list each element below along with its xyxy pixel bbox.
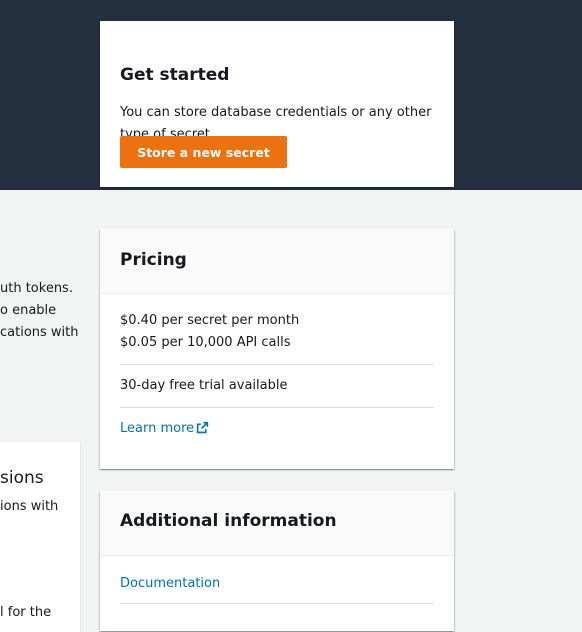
- left-card-heading: sions: [0, 468, 44, 488]
- documentation-row: Documentation: [120, 572, 220, 595]
- external-link-icon: [196, 421, 209, 434]
- divider: [120, 407, 434, 408]
- learn-more-row: Learn more: [120, 418, 209, 440]
- price-line: $0.40 per secret per month: [120, 313, 300, 328]
- overview-line: uth tokens.: [0, 281, 73, 296]
- price-line: $0.05 per 10,000 API calls: [120, 335, 291, 350]
- divider: [120, 364, 434, 365]
- overview-line: cations with: [0, 325, 79, 340]
- pricing-title: Pricing: [120, 250, 187, 270]
- left-partial-card: sions ions with l for the: [0, 442, 80, 632]
- pricing-header: Pricing: [100, 229, 454, 294]
- get-started-card: Get started You can store database crede…: [100, 21, 454, 187]
- additional-title: Additional information: [120, 511, 337, 531]
- learn-more-label: Learn more: [120, 421, 195, 436]
- additional-header: Additional information: [100, 491, 454, 556]
- left-card-text: l for the: [0, 605, 52, 620]
- documentation-link[interactable]: Documentation: [120, 576, 220, 591]
- get-started-title: Get started: [120, 65, 230, 85]
- pricing-card: Pricing $0.40 per secret per month $0.05…: [100, 229, 454, 469]
- free-trial-text: 30-day free trial available: [120, 378, 288, 393]
- overview-line: o enable: [0, 303, 57, 318]
- additional-information-card: Additional information Documentation: [100, 491, 454, 631]
- learn-more-link[interactable]: Learn more: [120, 421, 209, 436]
- divider: [120, 603, 434, 604]
- store-new-secret-button[interactable]: Store a new secret: [120, 136, 287, 168]
- left-card-text: ions with: [0, 499, 59, 514]
